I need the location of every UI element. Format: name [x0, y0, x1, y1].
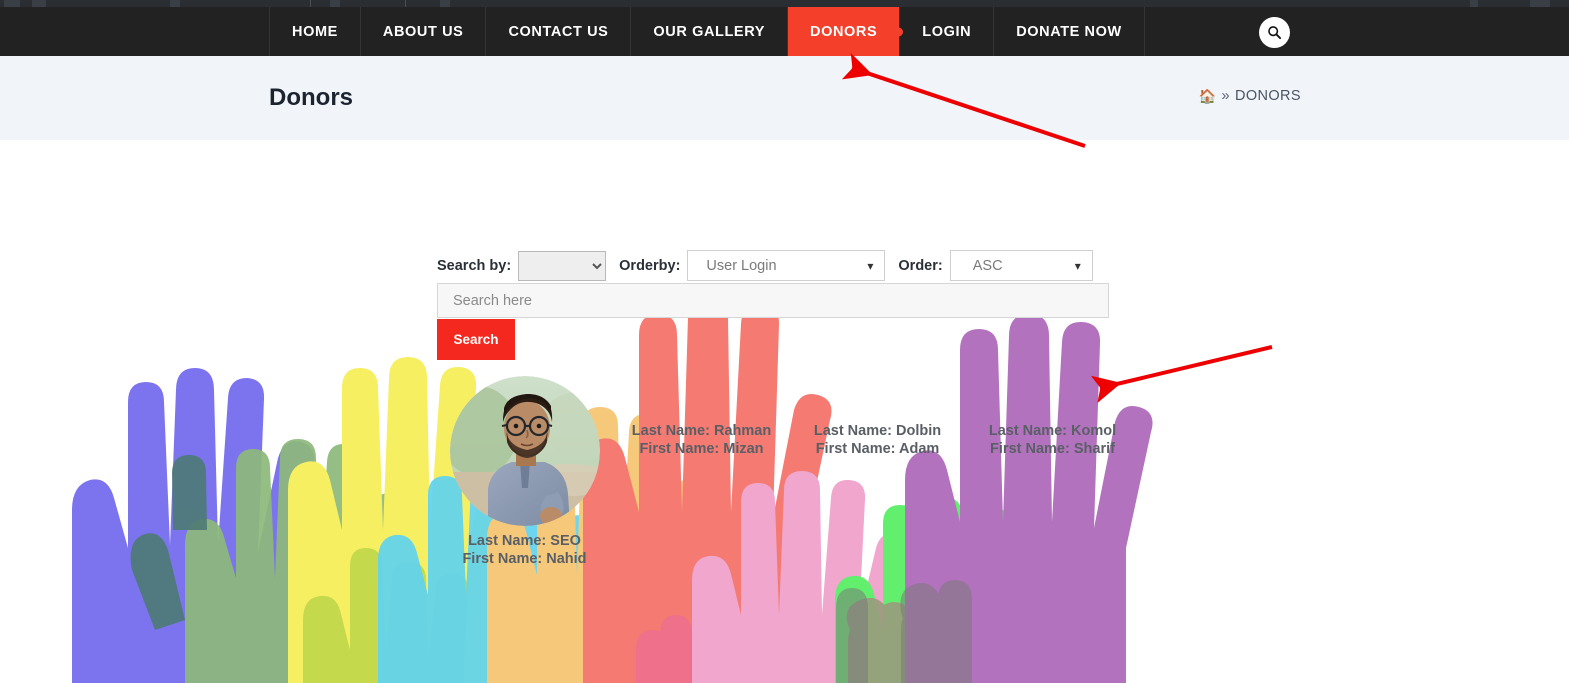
page-header-band: Donors 🏠 » DONORS	[0, 56, 1569, 140]
browser-tab-glyph	[330, 0, 340, 7]
orderby-label: Orderby:	[619, 257, 681, 274]
browser-tab-glyph	[440, 0, 450, 7]
order-select[interactable]: ASC	[949, 250, 1093, 281]
donor-last-name: Komol	[1071, 423, 1117, 439]
donor-last-name: SEO	[550, 533, 581, 549]
donor-first-name: Nahid	[546, 551, 587, 567]
donor-first-name-line: First Name: Sharif	[975, 440, 1130, 458]
divider	[310, 0, 311, 7]
nav-item-our-gallery[interactable]: OUR GALLERY	[631, 7, 789, 56]
donor-last-name-label: Last Name:	[988, 423, 1068, 439]
nav-item-label: HOME	[292, 23, 338, 40]
donor-card[interactable]: Last Name: Komol First Name: Sharif	[975, 422, 1130, 458]
filter-bar: Search by: Orderby: User Login ▾ Order: …	[437, 250, 1093, 281]
divider	[405, 0, 406, 7]
nav-item-label: DONORS	[810, 23, 878, 40]
donor-first-name-label: First Name:	[639, 441, 720, 457]
donor-first-name: Mizan	[723, 441, 764, 457]
browser-tab-glyph	[170, 0, 180, 7]
search-by-select[interactable]	[518, 250, 607, 281]
browser-tab-glyph	[1470, 0, 1478, 7]
donor-first-name-line: First Name: Nahid	[447, 550, 602, 568]
donors-content: Search by: Orderby: User Login ▾ Order: …	[0, 140, 1569, 683]
nav-item-label: OUR GALLERY	[653, 23, 766, 40]
nav-search-button[interactable]	[1259, 17, 1290, 48]
donor-last-name-line: Last Name: Komol	[975, 422, 1130, 440]
search-button[interactable]: Search	[437, 319, 515, 360]
search-input[interactable]	[437, 283, 1109, 318]
donor-card[interactable]: Last Name: Rahman First Name: Mizan	[624, 422, 779, 458]
search-icon	[1268, 26, 1282, 40]
donor-first-name: Sharif	[1073, 441, 1115, 457]
orderby-select-wrapper: User Login ▾	[687, 250, 886, 281]
nav-item-list: HOME ABOUT US CONTACT US OUR GALLERY DON…	[269, 7, 1145, 56]
breadcrumb: 🏠 » DONORS	[1199, 88, 1301, 104]
nav-item-label: DONATE NOW	[1016, 23, 1122, 40]
nav-item-donors[interactable]: DONORS	[788, 7, 904, 56]
donor-card[interactable]: Last Name: SEO First Name: Nahid	[447, 376, 602, 568]
search-by-label: Search by:	[437, 257, 512, 274]
nav-item-label: LOGIN	[922, 23, 972, 40]
donor-last-name: Rahman	[713, 423, 772, 439]
donor-first-name-label: First Name:	[815, 441, 896, 457]
donor-last-name-line: Last Name: SEO	[447, 532, 602, 550]
browser-menu-icon	[32, 0, 46, 7]
donor-last-name-label: Last Name:	[468, 533, 547, 549]
donor-last-name-label: Last Name:	[631, 423, 710, 439]
browser-chrome-strip	[0, 0, 1569, 7]
donor-card[interactable]: Last Name: Dolbin First Name: Adam	[800, 422, 955, 458]
orderby-select[interactable]: User Login	[687, 250, 886, 281]
nav-item-about-us[interactable]: ABOUT US	[361, 7, 487, 56]
breadcrumb-separator: »	[1221, 88, 1230, 104]
page-title: Donors	[269, 84, 353, 111]
nav-item-label: CONTACT US	[508, 23, 609, 40]
donor-first-name-line: First Name: Adam	[800, 440, 955, 458]
nav-item-home[interactable]: HOME	[269, 7, 361, 56]
donor-first-name-line: First Name: Mizan	[624, 440, 779, 458]
nav-item-login[interactable]: LOGIN	[900, 7, 995, 56]
breadcrumb-current: DONORS	[1234, 88, 1301, 104]
browser-back-icon	[4, 0, 20, 7]
order-label: Order:	[898, 257, 943, 274]
donor-last-name: Dolbin	[896, 423, 942, 439]
home-icon[interactable]: 🏠	[1199, 89, 1217, 103]
donor-first-name-label: First Name:	[462, 551, 543, 567]
donor-last-name-label: Last Name:	[813, 423, 893, 439]
donor-last-name-line: Last Name: Dolbin	[800, 422, 955, 440]
nav-item-donate-now[interactable]: DONATE NOW	[994, 7, 1145, 56]
order-select-wrapper: ASC ▾	[949, 250, 1093, 281]
nav-item-contact-us[interactable]: CONTACT US	[486, 7, 632, 56]
avatar	[449, 376, 600, 526]
browser-extension-icon	[1530, 0, 1550, 7]
donor-first-name: Adam	[898, 441, 940, 457]
main-navbar: HOME ABOUT US CONTACT US OUR GALLERY DON…	[0, 7, 1569, 56]
donor-last-name-line: Last Name: Rahman	[624, 422, 779, 440]
page-root: HOME ABOUT US CONTACT US OUR GALLERY DON…	[0, 0, 1569, 683]
nav-item-label: ABOUT US	[382, 23, 464, 40]
donor-first-name-label: First Name:	[990, 441, 1070, 457]
